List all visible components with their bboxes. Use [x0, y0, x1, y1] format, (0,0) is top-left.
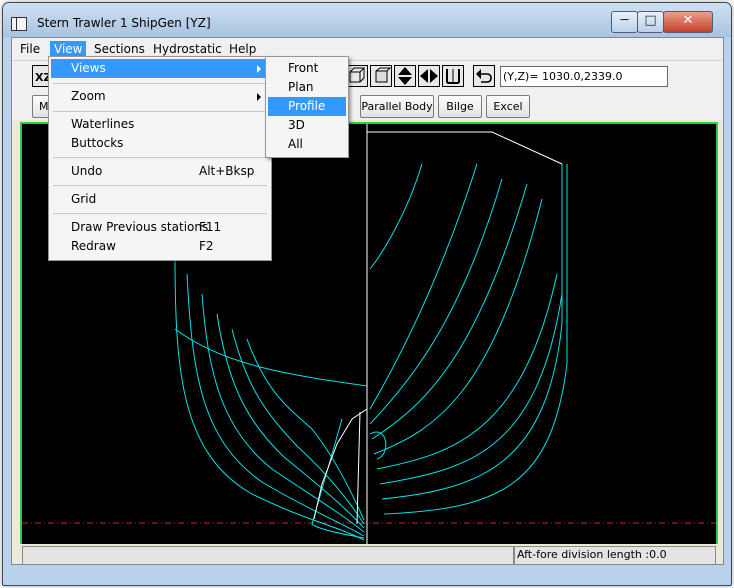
- close-button[interactable]: ✕: [663, 11, 713, 33]
- window-title: Stern Trawler 1 ShipGen [YZ]: [37, 16, 211, 30]
- submenu-item-label: Profile: [288, 99, 326, 113]
- menu-item-shortcut: Alt+Bksp: [199, 164, 255, 178]
- u-section-icon: [446, 69, 460, 84]
- menu-separator: [53, 185, 267, 186]
- menu-item-grid[interactable]: Grid: [51, 190, 269, 209]
- submenu-item-label: All: [288, 137, 303, 151]
- menu-item-views[interactable]: Views: [51, 59, 269, 78]
- menu-item-label: Draw Previous stations: [71, 220, 209, 234]
- submenu-arrow-icon: [257, 65, 261, 73]
- menu-separator: [53, 111, 267, 112]
- undo-button[interactable]: [473, 65, 495, 87]
- submenu-item-label: Plan: [288, 80, 314, 94]
- menu-item-zoom[interactable]: Zoom: [51, 87, 269, 106]
- status-division-length: Aft-fore division length :0.0: [514, 546, 716, 565]
- menu-item-waterlines[interactable]: Waterlines: [51, 115, 269, 134]
- maximize-button[interactable]: □: [637, 11, 664, 33]
- menu-item-undo[interactable]: Undo Alt+Bksp: [51, 162, 269, 181]
- menu-item-label: Undo: [71, 164, 103, 178]
- menu-file[interactable]: File: [16, 41, 44, 59]
- submenu-item-profile[interactable]: Profile: [268, 97, 346, 116]
- menu-item-redraw[interactable]: Redraw F2: [51, 237, 269, 256]
- menu-item-shortcut: F11: [199, 220, 222, 234]
- aft-stations: [174, 255, 368, 541]
- menu-item-label: Views: [71, 61, 106, 75]
- cube-icon: [349, 67, 366, 83]
- menu-separator: [53, 157, 267, 158]
- submenu-item-3d[interactable]: 3D: [268, 116, 346, 135]
- submenu-item-front[interactable]: Front: [268, 59, 346, 78]
- submenu-item-label: Front: [288, 61, 319, 75]
- up-down-arrow-icon: [398, 67, 412, 85]
- menu-item-shortcut: F2: [199, 239, 214, 253]
- submenu-arrow-icon: [257, 93, 261, 101]
- submenu-item-plan[interactable]: Plan: [268, 78, 346, 97]
- status-panel-left: [22, 546, 514, 565]
- parallel-body-button[interactable]: Parallel Body: [360, 95, 434, 118]
- cube-icon: [375, 67, 392, 83]
- stern-profile: [313, 408, 368, 525]
- minimize-button[interactable]: ─: [611, 11, 638, 33]
- cube-tool-button[interactable]: [346, 65, 368, 87]
- fore-stations: [369, 163, 568, 515]
- bilge-button[interactable]: Bilge: [438, 95, 482, 118]
- coordinate-readout: (Y,Z)= 1030.0,2339.0: [500, 66, 668, 87]
- view-menu-dropdown: Views Zoom Waterlines Buttocks Undo Alt+…: [48, 56, 272, 261]
- left-right-arrow-button[interactable]: [418, 65, 440, 87]
- menu-item-label: Grid: [71, 192, 97, 206]
- menu-separator: [53, 83, 267, 84]
- submenu-item-label: 3D: [288, 118, 305, 132]
- menu-item-label: Redraw: [71, 239, 116, 253]
- excel-button[interactable]: Excel: [486, 95, 530, 118]
- left-right-arrow-icon: [420, 69, 438, 83]
- views-submenu: Front Plan Profile 3D All: [265, 56, 349, 158]
- up-down-arrow-button[interactable]: [394, 65, 416, 87]
- cube-tool-button-2[interactable]: [370, 65, 392, 87]
- status-bar: Aft-fore division length :0.0: [12, 544, 723, 565]
- app-icon: [11, 17, 27, 31]
- title-bar: Stern Trawler 1 ShipGen [YZ] ─ □ ✕: [3, 3, 731, 37]
- menu-item-buttocks[interactable]: Buttocks: [51, 134, 269, 153]
- deck-line: [367, 131, 563, 165]
- menu-item-label: Zoom: [71, 89, 106, 103]
- hull-section-button[interactable]: [442, 65, 464, 87]
- menu-item-label: Waterlines: [71, 117, 135, 131]
- submenu-item-all[interactable]: All: [268, 135, 346, 154]
- undo-icon: [476, 69, 492, 83]
- menu-item-label: Buttocks: [71, 136, 124, 150]
- menu-separator: [53, 213, 267, 214]
- menu-item-draw-previous-stations[interactable]: Draw Previous stations F11: [51, 218, 269, 237]
